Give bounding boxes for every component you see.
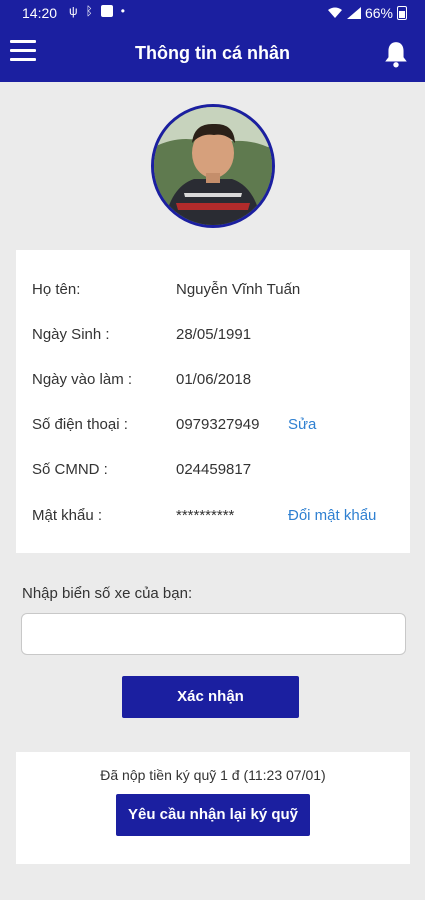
bell-icon[interactable] — [383, 40, 409, 68]
full-name-value: Nguyễn Vĩnh Tuấn — [176, 281, 301, 298]
birth-date-value: 28/05/1991 — [176, 326, 252, 343]
app-notification-icon — [100, 5, 113, 17]
status-right: 66% — [327, 5, 407, 21]
battery-icon — [397, 6, 407, 20]
plate-input[interactable] — [21, 613, 406, 655]
edit-phone-link[interactable]: Sửa — [288, 416, 316, 433]
row-start-date: Ngày vào làm : 01/06/2018 — [16, 371, 410, 393]
row-full-name: Họ tên: Nguyễn Vĩnh Tuấn — [16, 281, 410, 303]
status-bar: 14:20 ψ ᛒ • 66% — [0, 0, 425, 26]
password-value: ********** — [176, 507, 235, 524]
confirm-button[interactable]: Xác nhận — [122, 676, 299, 718]
signal-icon — [346, 7, 361, 19]
id-number-value: 024459817 — [176, 461, 252, 478]
plate-label: Nhập biển số xe của bạn: — [22, 585, 193, 602]
app-bar: Thông tin cá nhân — [0, 26, 425, 82]
request-refund-button[interactable]: Yêu cầu nhận lại ký quỹ — [116, 794, 310, 836]
phone-label: Số điện thoại : — [32, 416, 128, 433]
usb-icon: ψ — [69, 4, 78, 18]
full-name-label: Họ tên: — [32, 281, 81, 298]
row-id-number: Số CMND : 024459817 — [16, 461, 410, 483]
page-title: Thông tin cá nhân — [135, 43, 290, 63]
phone-value: 0979327949 — [176, 416, 260, 433]
avatar[interactable] — [151, 104, 275, 228]
status-notification-icons: ψ ᛒ • — [69, 4, 125, 18]
start-date-value: 01/06/2018 — [176, 371, 252, 388]
bluetooth-icon: ᛒ — [85, 4, 93, 18]
password-label: Mật khẩu : — [32, 507, 103, 524]
status-time: 14:20 — [22, 5, 58, 21]
change-password-link[interactable]: Đổi mật khẩu — [288, 507, 376, 524]
id-number-label: Số CMND : — [32, 461, 108, 478]
birth-date-label: Ngày Sinh : — [32, 326, 110, 343]
wifi-icon — [327, 7, 342, 18]
deposit-status-text: Đã nộp tiền ký quỹ 1 đ (11:23 07/01) — [100, 767, 326, 783]
more-dot-icon: • — [120, 4, 125, 18]
row-password: Mật khẩu : ********** Đổi mật khẩu — [16, 507, 410, 529]
row-phone: Số điện thoại : 0979327949 Sửa — [16, 416, 410, 438]
deposit-card: Đã nộp tiền ký quỹ 1 đ (11:23 07/01) Yêu… — [16, 752, 410, 864]
profile-photo — [154, 107, 272, 225]
profile-info-card: Họ tên: Nguyễn Vĩnh Tuấn Ngày Sinh : 28/… — [16, 250, 410, 553]
battery-percent: 66% — [364, 5, 393, 21]
row-birth-date: Ngày Sinh : 28/05/1991 — [16, 326, 410, 348]
start-date-label: Ngày vào làm : — [32, 371, 133, 388]
